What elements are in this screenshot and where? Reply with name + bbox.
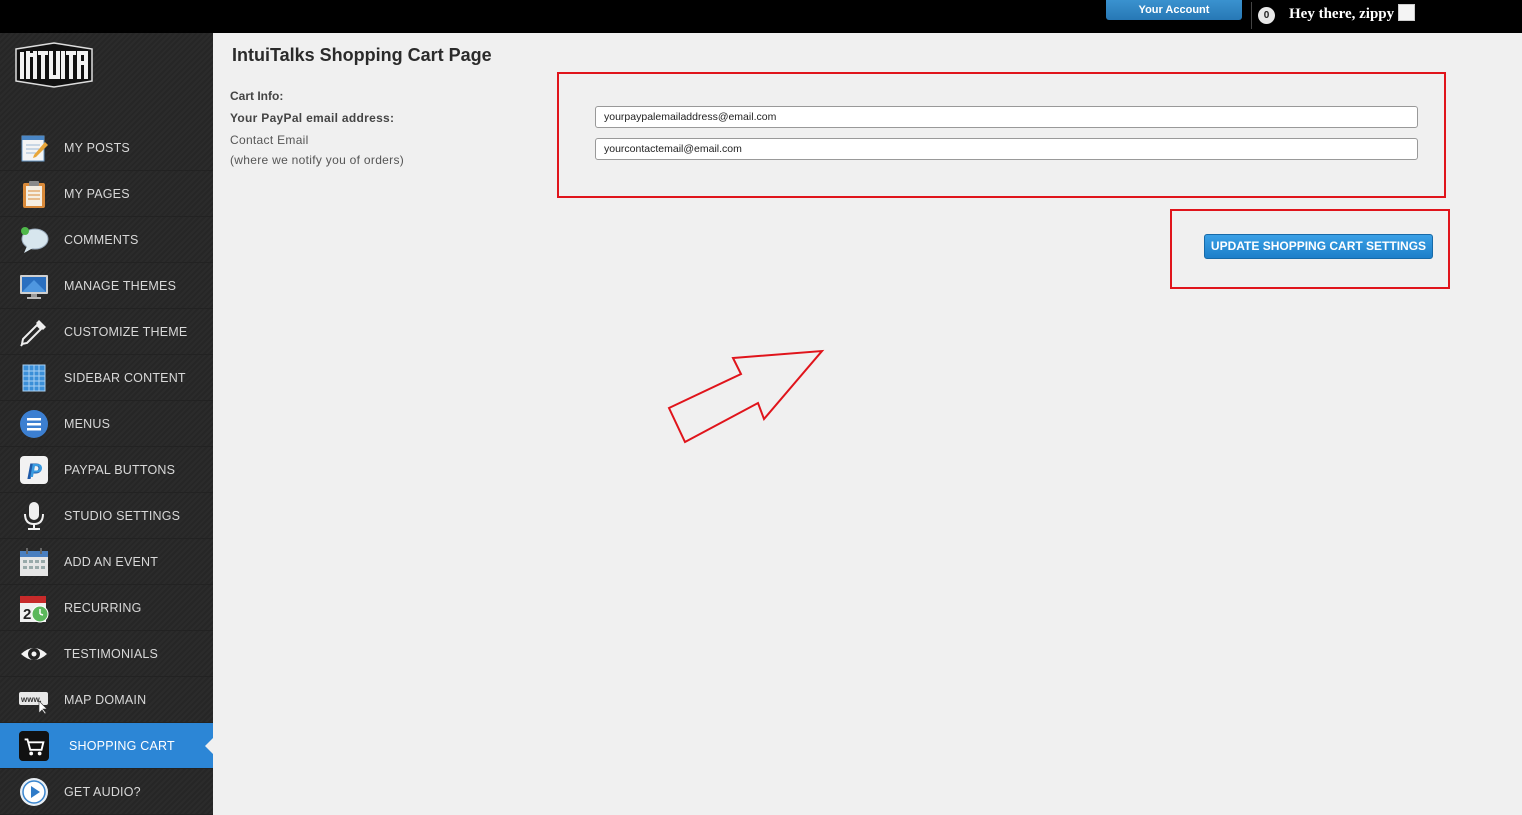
sidebar-item-label: STUDIO SETTINGS xyxy=(64,508,181,523)
svg-text:www.: www. xyxy=(20,695,42,704)
sidebar-item-label: TESTIMONIALS xyxy=(64,646,159,661)
sidebar-item-label: MY POSTS xyxy=(64,140,130,155)
contact-email-field[interactable]: yourcontactemail@email.com xyxy=(595,138,1418,160)
top-bar: Your Account 0 Hey there, zippy xyxy=(0,0,1522,33)
sidebar-item-customize-theme[interactable]: CUSTOMIZE THEME xyxy=(0,309,213,355)
sidebar-item-manage-themes[interactable]: MANAGE THEMES xyxy=(0,263,213,309)
clipboard-icon xyxy=(19,179,49,209)
sidebar-item-label: COMMENTS xyxy=(64,232,139,247)
cart-info-label: Cart Info: xyxy=(230,89,284,103)
paypal-email-field[interactable]: yourpaypalemailaddress@email.com xyxy=(595,106,1418,128)
shopping-cart-icon xyxy=(19,730,49,761)
user-greeting: Hey there, zippy xyxy=(1289,6,1395,22)
intuitalks-logo[interactable] xyxy=(14,41,94,89)
sidebar-item-label: MANAGE THEMES xyxy=(64,278,177,293)
eye-icon xyxy=(19,639,49,669)
calendar-icon xyxy=(19,547,49,577)
sidebar-item-paypal-buttons[interactable]: PP PAYPAL BUTTONS xyxy=(0,447,213,493)
sidebar-item-add-an-event[interactable]: ADD AN EVENT xyxy=(0,539,213,585)
menu-list-icon xyxy=(19,409,49,439)
eyedropper-icon xyxy=(19,317,49,347)
sidebar-item-testimonials[interactable]: TESTIMONIALS xyxy=(0,631,213,677)
sidebar-item-map-domain[interactable]: www. MAP DOMAIN xyxy=(0,677,213,723)
sidebar-item-label: MY PAGES xyxy=(64,186,130,201)
monitor-icon xyxy=(19,271,49,301)
sidebar-item-my-posts[interactable]: MY POSTS xyxy=(0,125,213,171)
svg-text:2: 2 xyxy=(23,606,31,623)
svg-text:P: P xyxy=(30,461,43,481)
microphone-icon xyxy=(19,501,49,531)
sidebar-item-label: MENUS xyxy=(64,416,111,431)
sidebar-item-studio-settings[interactable]: STUDIO SETTINGS xyxy=(0,493,213,539)
fields-highlight-box xyxy=(557,72,1446,198)
page-title: IntuiTalks Shopping Cart Page xyxy=(232,45,492,65)
www-cursor-icon: www. xyxy=(19,685,49,715)
sidebar-item-menus[interactable]: MENUS xyxy=(0,401,213,447)
contact-email-label: Contact Email xyxy=(230,133,309,147)
update-shopping-cart-settings-button[interactable]: UPDATE SHOPPING CART SETTINGS xyxy=(1204,234,1433,259)
sidebar: MY POSTS MY PAGES COMMENTS MANAGE THEMES… xyxy=(0,33,213,815)
sidebar-item-label: SIDEBAR CONTENT xyxy=(64,370,186,385)
sidebar-item-label: PAYPAL BUTTONS xyxy=(64,462,176,477)
user-avatar[interactable] xyxy=(1398,4,1415,21)
sidebar-item-label: ADD AN EVENT xyxy=(64,554,159,569)
sidebar-item-label: CUSTOMIZE THEME xyxy=(64,324,188,339)
play-icon xyxy=(19,777,49,807)
annotation-arrow-icon xyxy=(665,348,827,446)
sidebar-item-label: RECURRING xyxy=(64,600,142,615)
sidebar-item-label: MAP DOMAIN xyxy=(64,692,147,707)
sidebar-item-my-pages[interactable]: MY PAGES xyxy=(0,171,213,217)
sidebar-nav: MY POSTS MY PAGES COMMENTS MANAGE THEMES… xyxy=(0,125,213,815)
speech-bubble-icon xyxy=(19,225,49,255)
sidebar-item-comments[interactable]: COMMENTS xyxy=(0,217,213,263)
paypal-icon: PP xyxy=(19,455,49,485)
contact-email-note: (where we notify you of orders) xyxy=(230,153,405,167)
calendar-clock-icon: 2 xyxy=(19,593,49,623)
sidebar-item-recurring[interactable]: 2 RECURRING xyxy=(0,585,213,631)
sidebar-item-label: SHOPPING CART xyxy=(69,738,175,753)
top-bar-divider xyxy=(1251,2,1252,29)
notepad-pencil-icon xyxy=(19,133,49,163)
notification-count-badge[interactable]: 0 xyxy=(1258,7,1275,24)
sidebar-item-sidebar-content[interactable]: SIDEBAR CONTENT xyxy=(0,355,213,401)
grid-panel-icon xyxy=(19,363,49,393)
paypal-email-label: Your PayPal email address: xyxy=(230,111,395,125)
sidebar-item-get-audio[interactable]: GET AUDIO? xyxy=(0,769,213,815)
sidebar-item-shopping-cart[interactable]: SHOPPING CART xyxy=(0,723,213,769)
sidebar-item-label: GET AUDIO? xyxy=(64,784,141,799)
your-account-button[interactable]: Your Account xyxy=(1106,0,1242,20)
